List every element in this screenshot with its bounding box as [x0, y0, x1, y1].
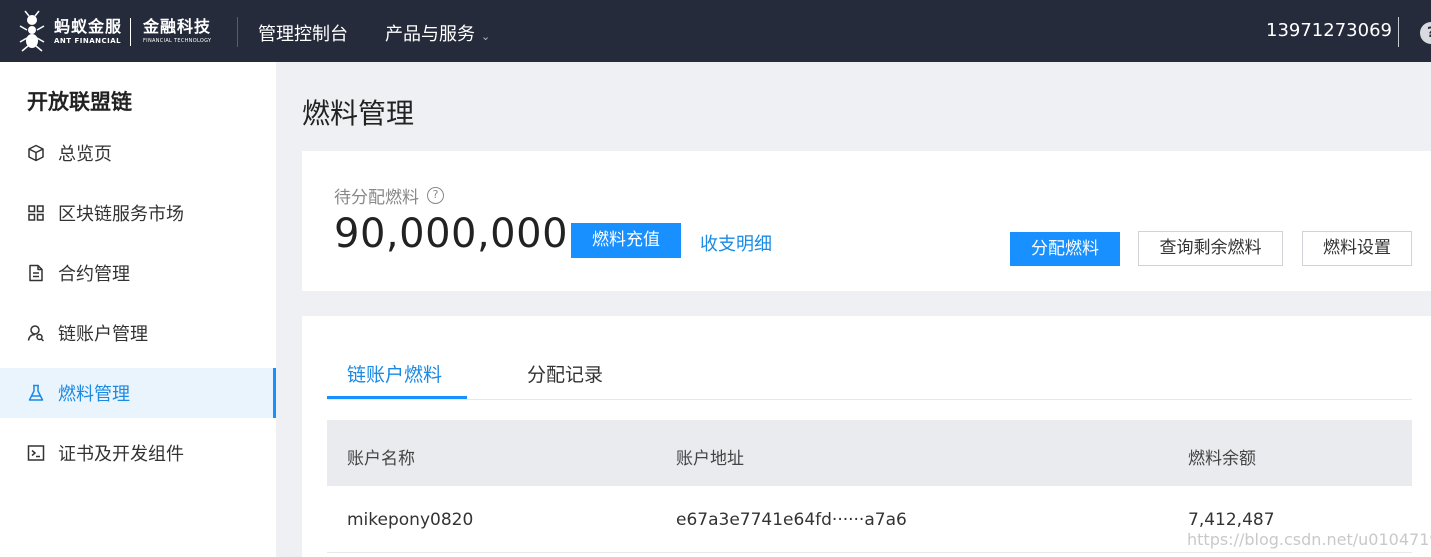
sidebar-title: 开放联盟链 [27, 90, 132, 114]
tab-divider [327, 399, 1412, 400]
query-remaining-fuel-button[interactable]: 查询剩余燃料 [1138, 231, 1283, 266]
logo-divider [130, 18, 131, 46]
sidebar-item-label: 总览页 [58, 144, 112, 165]
sidebar-item-label: 链账户管理 [58, 324, 148, 345]
cell-account-address: e67a3e7741e64fd······a7a6 [676, 510, 907, 530]
sidebar-item-fuel[interactable]: 燃料管理 [0, 368, 276, 418]
brand2-name-cn: 金融科技 [143, 17, 212, 36]
document-icon [27, 264, 45, 282]
nav-products-label: 产品与服务 [385, 24, 475, 45]
sidebar-item-label: 证书及开发组件 [58, 444, 184, 465]
top-navigation-bar: 蚂蚁金服 ANT FINANCIAL 金融科技 FINANCIAL TECHNO… [0, 0, 1431, 62]
column-header-account-name: 账户名称 [347, 449, 415, 469]
nav-console-link[interactable]: 管理控制台 [258, 20, 348, 46]
tab-chain-account-fuel[interactable]: 链账户燃料 [347, 360, 442, 387]
sidebar-item-label: 燃料管理 [58, 384, 130, 405]
sidebar-item-overview[interactable]: 总览页 [0, 128, 276, 178]
sidebar-item-chain-accounts[interactable]: 链账户管理 [0, 308, 276, 358]
active-indicator [273, 368, 276, 418]
ant-logo-icon [19, 10, 45, 52]
income-expense-detail-link[interactable]: 收支明细 [700, 230, 772, 256]
brand-text: 蚂蚁金服 ANT FINANCIAL [54, 18, 122, 46]
tab-allocation-records[interactable]: 分配记录 [527, 360, 603, 387]
sidebar-item-label: 合约管理 [58, 264, 130, 285]
sidebar-item-label: 区块链服务市场 [58, 204, 184, 225]
brand2-text: 金融科技 FINANCIAL TECHNOLOGY [143, 18, 211, 46]
brand2-name-en: FINANCIAL TECHNOLOGY [143, 38, 212, 44]
column-header-fuel-balance: 燃料余额 [1188, 449, 1256, 469]
flask-icon [27, 384, 45, 402]
recharge-button[interactable]: 燃料充值 [571, 223, 681, 258]
table-header: 账户名称 账户地址 燃料余额 [327, 420, 1412, 486]
chevron-down-icon: ⌄ [481, 30, 491, 43]
help-icon[interactable]: ? [1420, 22, 1431, 44]
fuel-summary-card: 待分配燃料 ? 90,000,000 燃料充值 收支明细 分配燃料 查询剩余燃料… [302, 151, 1431, 291]
sidebar: 开放联盟链 总览页 区块链服务市场 合约管理 链账户管理 燃料管理 证书及开发组… [0, 62, 276, 557]
brand-name-en: ANT FINANCIAL [54, 37, 122, 45]
pending-fuel-label-text: 待分配燃料 [334, 188, 419, 208]
nav-products-menu[interactable]: 产品与服务 ⌄ [385, 20, 490, 46]
page-title: 燃料管理 [302, 97, 415, 130]
allocate-fuel-button[interactable]: 分配燃料 [1010, 232, 1120, 266]
sidebar-item-contracts[interactable]: 合约管理 [0, 248, 276, 298]
pending-fuel-value: 90,000,000 [334, 211, 569, 257]
topbar-divider-right [1398, 17, 1399, 47]
grid-icon [27, 204, 45, 222]
topbar-divider [237, 17, 238, 47]
cell-account-name: mikepony0820 [347, 510, 474, 530]
terminal-icon [27, 444, 45, 462]
watermark: https://blog.csdn.net/u010471976 [1187, 530, 1431, 549]
fuel-accounts-card: 链账户燃料 分配记录 账户名称 账户地址 燃料余额 mikepony0820 e… [302, 316, 1431, 557]
pending-fuel-label: 待分配燃料 ? [334, 183, 444, 208]
cell-fuel-balance: 7,412,487 [1188, 510, 1275, 530]
sidebar-item-market[interactable]: 区块链服务市场 [0, 188, 276, 238]
fuel-settings-button[interactable]: 燃料设置 [1302, 231, 1412, 266]
cube-icon [27, 144, 45, 162]
user-search-icon [27, 324, 45, 342]
column-header-account-address: 账户地址 [676, 449, 744, 469]
sidebar-item-certificates[interactable]: 证书及开发组件 [0, 428, 276, 478]
question-icon[interactable]: ? [427, 187, 444, 204]
user-account[interactable]: 13971273069 [1266, 20, 1392, 41]
ant-financial-logo[interactable]: 蚂蚁金服 ANT FINANCIAL 金融科技 FINANCIAL TECHNO… [16, 10, 211, 52]
brand-name-cn: 蚂蚁金服 [54, 17, 123, 36]
